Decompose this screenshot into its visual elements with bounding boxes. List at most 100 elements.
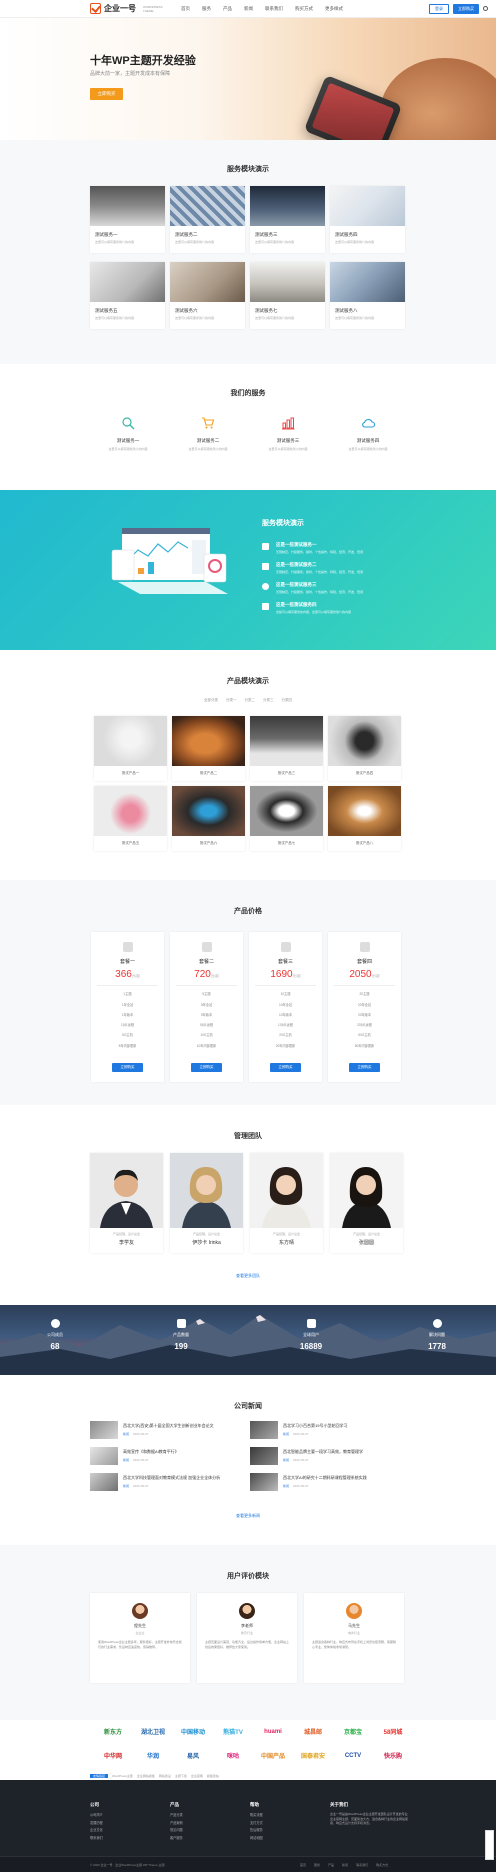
footer-bottom-link[interactable]: 购买方式 (376, 1863, 388, 1867)
product-card[interactable]: 测试产品四 (328, 716, 401, 781)
tab-cat-4[interactable]: 分类四 (282, 698, 293, 703)
news-item[interactable]: 西北大学科技管理面对教育模式法规 加强企业全体分析 新闻 2020-05-07 (90, 1473, 250, 1493)
service-card[interactable]: 测试服务一 这里可以填写服务简介的内容 (90, 186, 165, 253)
nav-item-news[interactable]: 新闻 (244, 6, 253, 12)
team-member-card[interactable]: 产品经理，设计总监 李学友 (90, 1153, 163, 1253)
service-item[interactable]: 测试服务三 这里可以填写服务简介的内容 (248, 416, 328, 451)
back-to-top-toolbar[interactable] (485, 1830, 494, 1860)
friend-link[interactable]: 网站建设 (159, 1774, 171, 1778)
partner-logo[interactable]: 易风 (176, 1750, 210, 1761)
team-member-card[interactable]: 产品经理，设计总监 张圆圆 (330, 1153, 403, 1253)
buy-plan-button[interactable]: 立即购买 (270, 1063, 301, 1072)
tab-cat-3[interactable]: 分类三 (263, 698, 274, 703)
footer-link[interactable]: 联系我们 (90, 1835, 103, 1840)
footer-bottom-link[interactable]: 新闻 (342, 1863, 348, 1867)
service-card[interactable]: 测试服务七 这里可以填写服务简介的内容 (250, 262, 325, 329)
buy-now-button[interactable]: 立即购买 (453, 3, 479, 14)
footer-link[interactable]: 售后服务 (250, 1827, 263, 1832)
footer-column: 帮助 购买流程 支付方式 售后服务 网站地图 (250, 1802, 263, 1842)
logo-text: 企业一号 (104, 4, 136, 13)
footer-link[interactable]: 产品分类 (170, 1812, 183, 1817)
team-member-card[interactable]: 产品经理，设计总监 东方晴 (250, 1153, 323, 1253)
partner-logo[interactable]: 中国移动 (176, 1726, 210, 1737)
footer-bottom-link[interactable]: 服务 (314, 1863, 320, 1867)
product-card[interactable]: 测试产品六 (172, 786, 245, 851)
service-item[interactable]: 测试服务一 这里可以填写服务简介的内容 (88, 416, 168, 451)
partner-logo[interactable]: 京都宝 (336, 1726, 370, 1737)
partner-logo[interactable]: CCTV (336, 1750, 370, 1761)
nav-item-more[interactable]: 更多样式 (325, 6, 343, 12)
friend-link[interactable]: 模板建站 (207, 1774, 219, 1778)
product-card[interactable]: 测试产品八 (328, 786, 401, 851)
partner-logo[interactable]: 熊猫TV (216, 1726, 250, 1737)
tab-cat-2[interactable]: 分类二 (245, 698, 256, 703)
partner-logo[interactable]: 城昌邮 (296, 1726, 330, 1737)
footer-link[interactable]: 产品案例 (170, 1820, 183, 1825)
news-item[interactable]: 西北学习小百合第19号小型轮回学习 新闻 2020-05-07 (250, 1421, 410, 1441)
service-card[interactable]: 测试服务四 这里可以填写服务简介的内容 (330, 186, 405, 253)
friend-link[interactable]: 主题下载 (175, 1774, 187, 1778)
footer-bottom-link[interactable]: 产品 (328, 1863, 334, 1867)
service-card[interactable]: 测试服务三 这里可以填写服务简介的内容 (250, 186, 325, 253)
nav-item-product[interactable]: 产品 (223, 6, 232, 12)
friend-link[interactable]: WordPress主题 (112, 1774, 133, 1778)
footer-link[interactable]: 网站地图 (250, 1835, 263, 1840)
service-card[interactable]: 测试服务二 这里可以填写服务简介的内容 (170, 186, 245, 253)
reviewer-name: 李老师 (241, 1623, 253, 1628)
footer-link[interactable]: 常见问题 (170, 1827, 183, 1832)
product-card[interactable]: 测试产品七 (250, 786, 323, 851)
footer-link[interactable]: 客户服务 (170, 1835, 183, 1840)
nav-item-home[interactable]: 首页 (181, 6, 190, 12)
friend-link[interactable]: 企业网站模板 (137, 1774, 155, 1778)
partner-logo[interactable]: 58同城 (376, 1726, 410, 1737)
nav-item-contact[interactable]: 联系我们 (265, 6, 283, 12)
product-card[interactable]: 测试产品二 (172, 716, 245, 781)
partner-logo[interactable]: 中国产品 (256, 1750, 290, 1761)
product-card[interactable]: 测试产品五 (94, 786, 167, 851)
partner-logo[interactable]: huami (256, 1726, 290, 1737)
more-news-link[interactable]: 查看更多新闻 (0, 1513, 496, 1519)
team-member-card[interactable]: 产品经理，设计总监 伊莎卡 Irinka (170, 1153, 243, 1253)
news-item[interactable]: 西北智能品牌主要一段学习高效，教育管理学 新闻 2020-05-07 (250, 1447, 410, 1467)
buy-plan-button[interactable]: 立即购买 (112, 1063, 143, 1072)
footer-link[interactable]: 公司简介 (90, 1812, 103, 1817)
news-item[interactable]: 西北大学AI的研究十二期科研课程管理系统实践 新闻 2020-05-07 (250, 1473, 410, 1493)
footer-bottom-link[interactable]: 首页 (300, 1863, 306, 1867)
login-button[interactable]: 登录 (429, 3, 449, 14)
news-item[interactable]: 西北大学(西安)第十届全国大学生创新创业年会论文 新闻 2020-05-07 (90, 1421, 250, 1441)
location-icon (262, 583, 269, 590)
footer-link[interactable]: 购买流程 (250, 1812, 263, 1817)
service-card[interactable]: 测试服务六 这里可以填写服务简介的内容 (170, 262, 245, 329)
product-card[interactable]: 测试产品一 (94, 716, 167, 781)
partner-logo[interactable]: 新东方 (96, 1726, 130, 1737)
news-item[interactable]: 高效宣传《和数据AI教育平行》 新闻 2020-05-07 (90, 1447, 250, 1467)
partner-logo[interactable]: 湖北卫视 (136, 1726, 170, 1737)
footer-link[interactable]: 企业文化 (90, 1827, 103, 1832)
service-item[interactable]: 测试服务二 这里可以填写服务简介的内容 (168, 416, 248, 451)
partner-logo[interactable]: 快乐购 (376, 1750, 410, 1761)
buy-plan-button[interactable]: 立即购买 (191, 1063, 222, 1072)
service-card[interactable]: 测试服务五 这里可以填写服务简介的内容 (90, 262, 165, 329)
logo[interactable]: 企业一号 WORDPRESS THEME (90, 3, 167, 14)
partner-logo[interactable]: 国泰君安 (296, 1750, 330, 1761)
partner-logo[interactable]: 华润 (136, 1750, 170, 1761)
footer-link[interactable]: 发展历程 (90, 1820, 103, 1825)
plan-feature: 20对1远程 (357, 1023, 372, 1028)
more-team-link[interactable]: 查看更多团队 (0, 1273, 496, 1279)
share-icon (201, 942, 212, 952)
product-card[interactable]: 测试产品三 (250, 716, 323, 781)
nav-item-buy[interactable]: 购买方式 (295, 6, 313, 12)
nav-item-service[interactable]: 服务 (202, 6, 211, 12)
footer-bottom-link[interactable]: 联系我们 (356, 1863, 368, 1867)
buy-plan-button[interactable]: 立即购买 (349, 1063, 380, 1072)
service-card[interactable]: 测试服务八 这里可以填写服务简介的内容 (330, 262, 405, 329)
footer-link[interactable]: 支付方式 (250, 1820, 263, 1825)
tab-cat-1[interactable]: 分类一 (226, 698, 237, 703)
partner-logo[interactable]: 咪咕 (216, 1750, 250, 1761)
tab-all[interactable]: 全部分类 (204, 698, 218, 703)
partner-logo[interactable]: 中华网 (96, 1750, 130, 1761)
hero-buy-button[interactable]: 立即购买 (90, 88, 123, 100)
service-item[interactable]: 测试服务四 这里可以填写服务简介的内容 (328, 416, 408, 451)
friend-link[interactable]: 企业官网 (191, 1774, 203, 1778)
search-icon[interactable] (483, 6, 488, 11)
